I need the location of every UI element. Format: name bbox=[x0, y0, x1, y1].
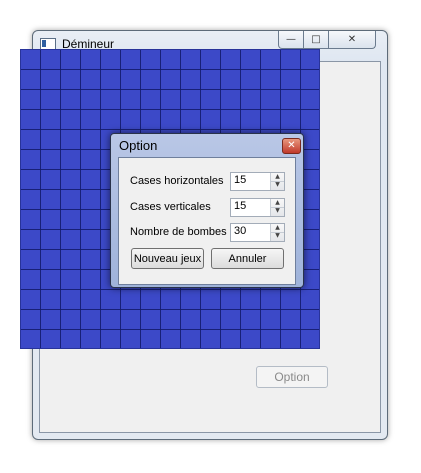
dialog-title: Option bbox=[119, 138, 158, 153]
bombs-value[interactable]: 30 bbox=[234, 225, 246, 237]
horizontal-cells-value[interactable]: 15 bbox=[234, 174, 246, 186]
spin-down-icon[interactable]: ▼ bbox=[271, 181, 284, 189]
vertical-cells-label: Cases verticales bbox=[130, 201, 211, 213]
option-dialog: Option ✕ Cases horizontales 15 ▲ ▼ Cases… bbox=[110, 133, 304, 288]
vertical-cells-spinbox[interactable]: 15 ▲ ▼ bbox=[230, 198, 285, 217]
dialog-close-button[interactable]: ✕ bbox=[282, 138, 301, 154]
spin-down-icon[interactable]: ▼ bbox=[271, 207, 284, 215]
vertical-cells-value[interactable]: 15 bbox=[234, 200, 246, 212]
close-button[interactable]: ✕ bbox=[328, 31, 376, 49]
spin-arrows: ▲ ▼ bbox=[270, 199, 284, 216]
dialog-body: Cases horizontales 15 ▲ ▼ Cases vertical… bbox=[118, 157, 296, 285]
minimize-button[interactable]: — bbox=[278, 31, 304, 49]
new-game-button[interactable]: Nouveau jeux bbox=[131, 248, 204, 269]
bombs-label: Nombre de bombes bbox=[130, 226, 227, 238]
maximize-button[interactable]: □ bbox=[303, 31, 329, 49]
cancel-button[interactable]: Annuler bbox=[211, 248, 284, 269]
bombs-spinbox[interactable]: 30 ▲ ▼ bbox=[230, 223, 285, 242]
option-button[interactable]: Option bbox=[256, 366, 328, 388]
horizontal-cells-label: Cases horizontales bbox=[130, 175, 224, 187]
spin-down-icon[interactable]: ▼ bbox=[271, 232, 284, 240]
spin-arrows: ▲ ▼ bbox=[270, 173, 284, 190]
spin-arrows: ▲ ▼ bbox=[270, 224, 284, 241]
horizontal-cells-spinbox[interactable]: 15 ▲ ▼ bbox=[230, 172, 285, 191]
